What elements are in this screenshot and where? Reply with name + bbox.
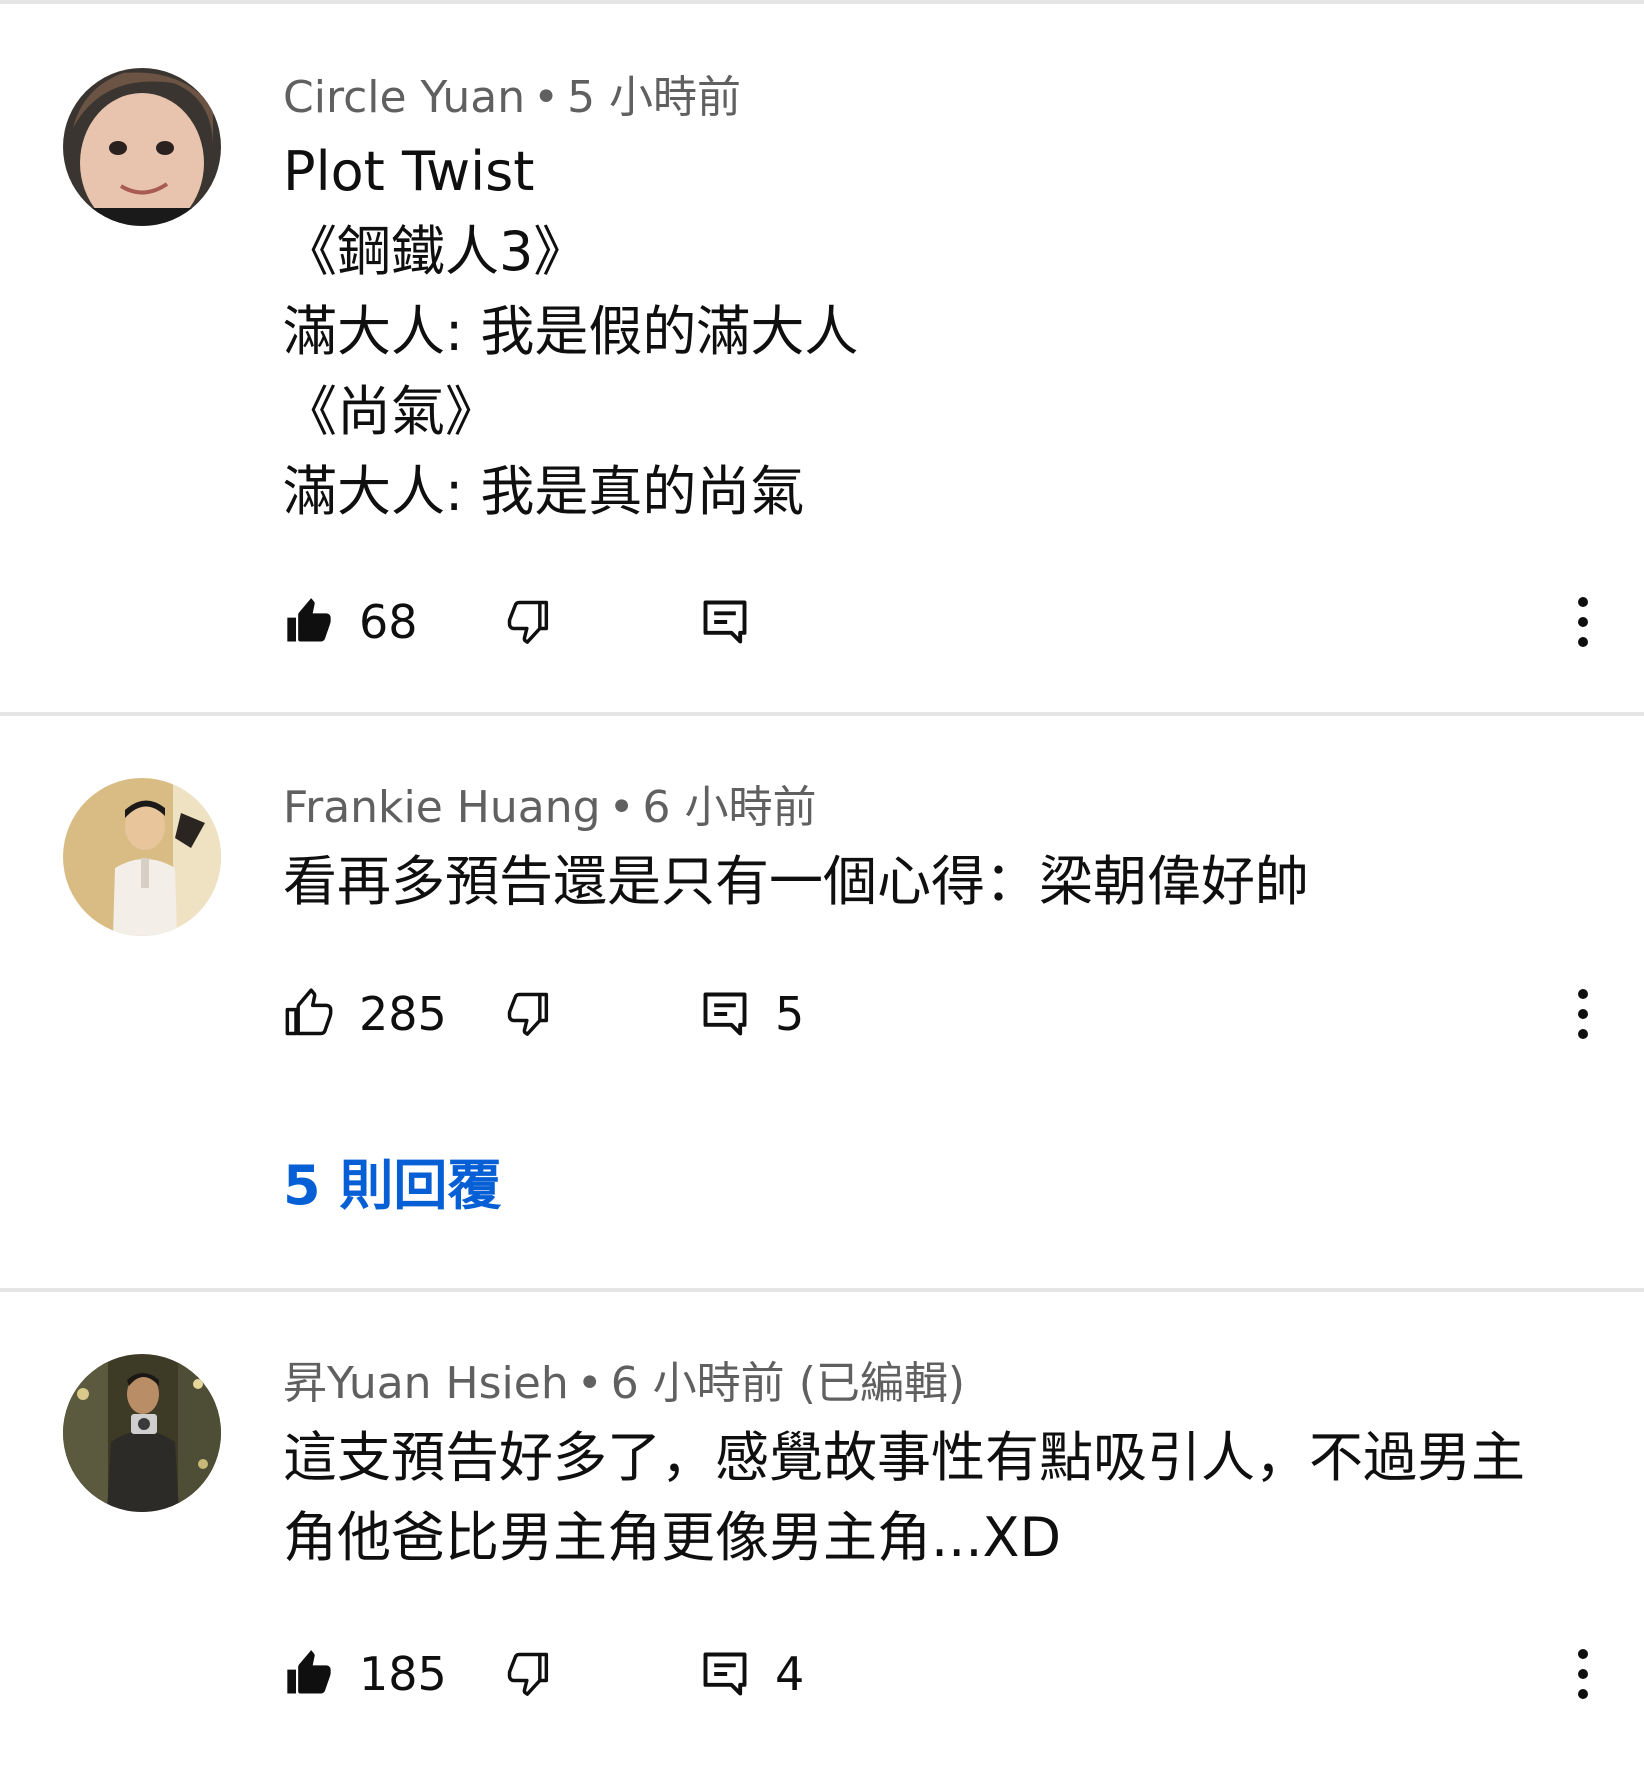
like-count: 68 (359, 595, 418, 649)
like-button[interactable]: 285 (283, 974, 447, 1054)
comments-page: Circle Yuan • 5 小時前 Plot Twist 《鋼鐵人3》 滿大人: 我… (0, 0, 1644, 1769)
comment-line: 角他爸比男主角更像男主角...XD (283, 1506, 1062, 1569)
reply-count: 5 (775, 987, 805, 1041)
more-options-button[interactable] (1563, 1634, 1603, 1714)
avatar[interactable] (63, 778, 221, 936)
comment-text: 這支預告好多了，感覺故事性有點吸引人，不過男主 角他爸比男主角更像男主角...XD (283, 1418, 1525, 1578)
thumb-up-filled-icon (287, 1650, 331, 1694)
dislike-button[interactable] (503, 1634, 555, 1714)
comment-line: 《尚氣》 (283, 380, 499, 443)
divider (0, 0, 1644, 4)
like-button[interactable]: 68 (283, 582, 418, 662)
comment-meta: Frankie Huang • 6 小時前 (283, 778, 817, 838)
divider (0, 1288, 1644, 1292)
comment-line: Plot Twist (283, 140, 535, 203)
comment-line: 《鋼鐵人3》 (283, 220, 588, 283)
comment-time: 5 小時前 (567, 72, 742, 123)
dislike-button[interactable] (503, 582, 555, 662)
thumb-up-filled-icon (287, 598, 331, 642)
avatar-man-icon (63, 778, 221, 936)
more-options-button[interactable] (1563, 582, 1603, 662)
like-count: 285 (359, 987, 447, 1041)
thumb-down-icon (507, 600, 549, 644)
reply-comment-icon (703, 992, 747, 1036)
avatar[interactable] (63, 68, 221, 226)
comment-line: 滿大人: 我是真的尚氣 (283, 460, 805, 523)
more-vert-icon (1578, 1649, 1588, 1699)
dislike-button[interactable] (503, 974, 555, 1054)
author-name[interactable]: Circle Yuan (283, 72, 525, 123)
comment-text: Plot Twist 《鋼鐵人3》滿大人: 我是假的滿大人 《尚氣》滿大人: 我是真… (283, 132, 858, 532)
comment-line: 這支預告好多了，感覺故事性有點吸引人，不過男主 (283, 1426, 1525, 1489)
like-button[interactable]: 185 (283, 1634, 447, 1714)
reply-button[interactable]: 4 (699, 1634, 804, 1714)
avatar-selfie-icon (63, 1354, 221, 1512)
like-count: 185 (359, 1647, 447, 1701)
edited-label: (已編輯) (798, 1358, 966, 1409)
comment-actions: 285 5 (283, 974, 1603, 1054)
thumb-down-icon (507, 992, 549, 1036)
comment-line: 看再多預告還是只有一個心得：梁朝偉好帥 (283, 850, 1309, 913)
meta-separator: • (608, 782, 635, 833)
reply-button[interactable]: 5 (699, 974, 804, 1054)
avatar-child-icon (63, 68, 221, 226)
meta-separator: • (576, 1358, 603, 1409)
divider (0, 712, 1644, 716)
comment-actions: 185 4 (283, 1634, 1603, 1714)
more-vert-icon (1578, 989, 1588, 1039)
reply-count: 4 (775, 1647, 805, 1701)
meta-separator: • (533, 72, 560, 123)
thumb-up-icon (285, 988, 333, 1036)
view-replies-link[interactable]: 5 則回覆 (283, 1146, 501, 1226)
thumb-down-icon (507, 1652, 549, 1696)
comment-line: 滿大人: 我是假的滿大人 (283, 300, 859, 363)
comment-meta: Circle Yuan • 5 小時前 (283, 68, 741, 128)
reply-comment-icon (703, 1652, 747, 1696)
avatar[interactable] (63, 1354, 221, 1512)
comment-meta: 昇Yuan Hsieh • 6 小時前 (已編輯) (283, 1354, 965, 1414)
comment-text: 看再多預告還是只有一個心得：梁朝偉好帥 (283, 842, 1309, 922)
comment-time: 6 小時前 (610, 1358, 785, 1409)
author-name[interactable]: 昇Yuan Hsieh (283, 1358, 569, 1409)
more-options-button[interactable] (1563, 974, 1603, 1054)
author-name[interactable]: Frankie Huang (283, 782, 601, 833)
reply-comment-icon (703, 600, 747, 644)
comment-actions: 68 (283, 582, 1603, 662)
comment-time: 6 小時前 (642, 782, 817, 833)
more-vert-icon (1578, 597, 1588, 647)
reply-button[interactable] (699, 582, 751, 662)
